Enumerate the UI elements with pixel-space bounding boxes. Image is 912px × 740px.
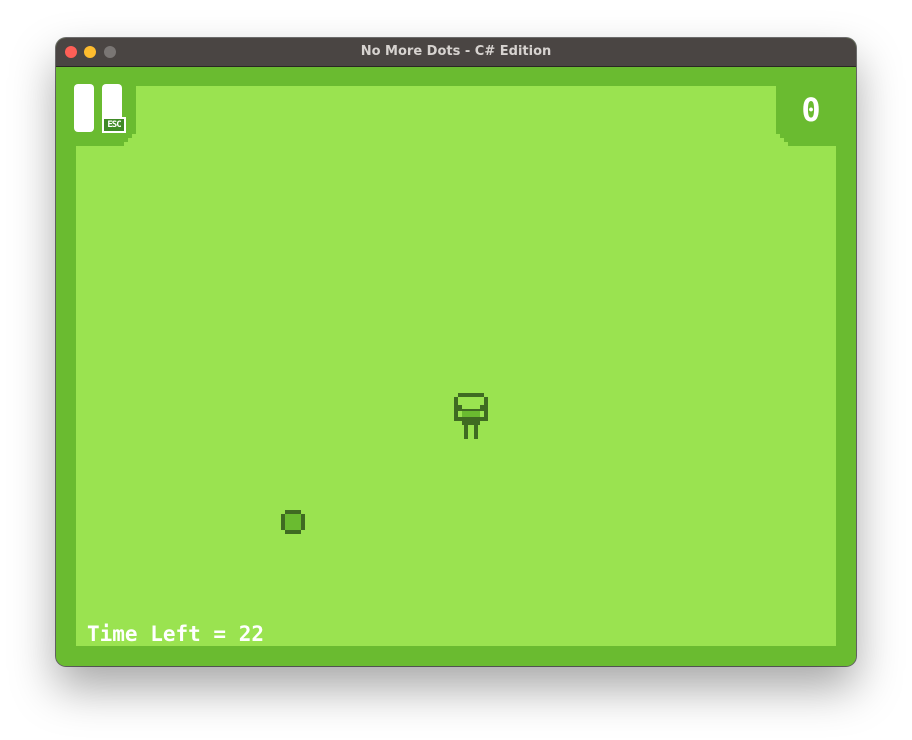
pause-button[interactable]: ESC xyxy=(74,84,128,140)
window-title: No More Dots - C# Edition xyxy=(360,44,552,59)
title-bar[interactable]: No More Dots - C# Edition xyxy=(56,38,856,67)
score-display: 0 xyxy=(801,91,821,129)
time-left-label: Time Left = 22 xyxy=(87,622,265,646)
play-field[interactable] xyxy=(76,86,836,646)
player-robot xyxy=(454,393,488,439)
dot xyxy=(281,510,305,534)
app-window: No More Dots - C# Edition ESC 0 Time Lef… xyxy=(56,38,856,666)
robot-face xyxy=(462,411,480,417)
game-canvas[interactable]: ESC 0 Time Left = 22 xyxy=(56,67,856,666)
esc-key-badge: ESC xyxy=(102,117,126,133)
